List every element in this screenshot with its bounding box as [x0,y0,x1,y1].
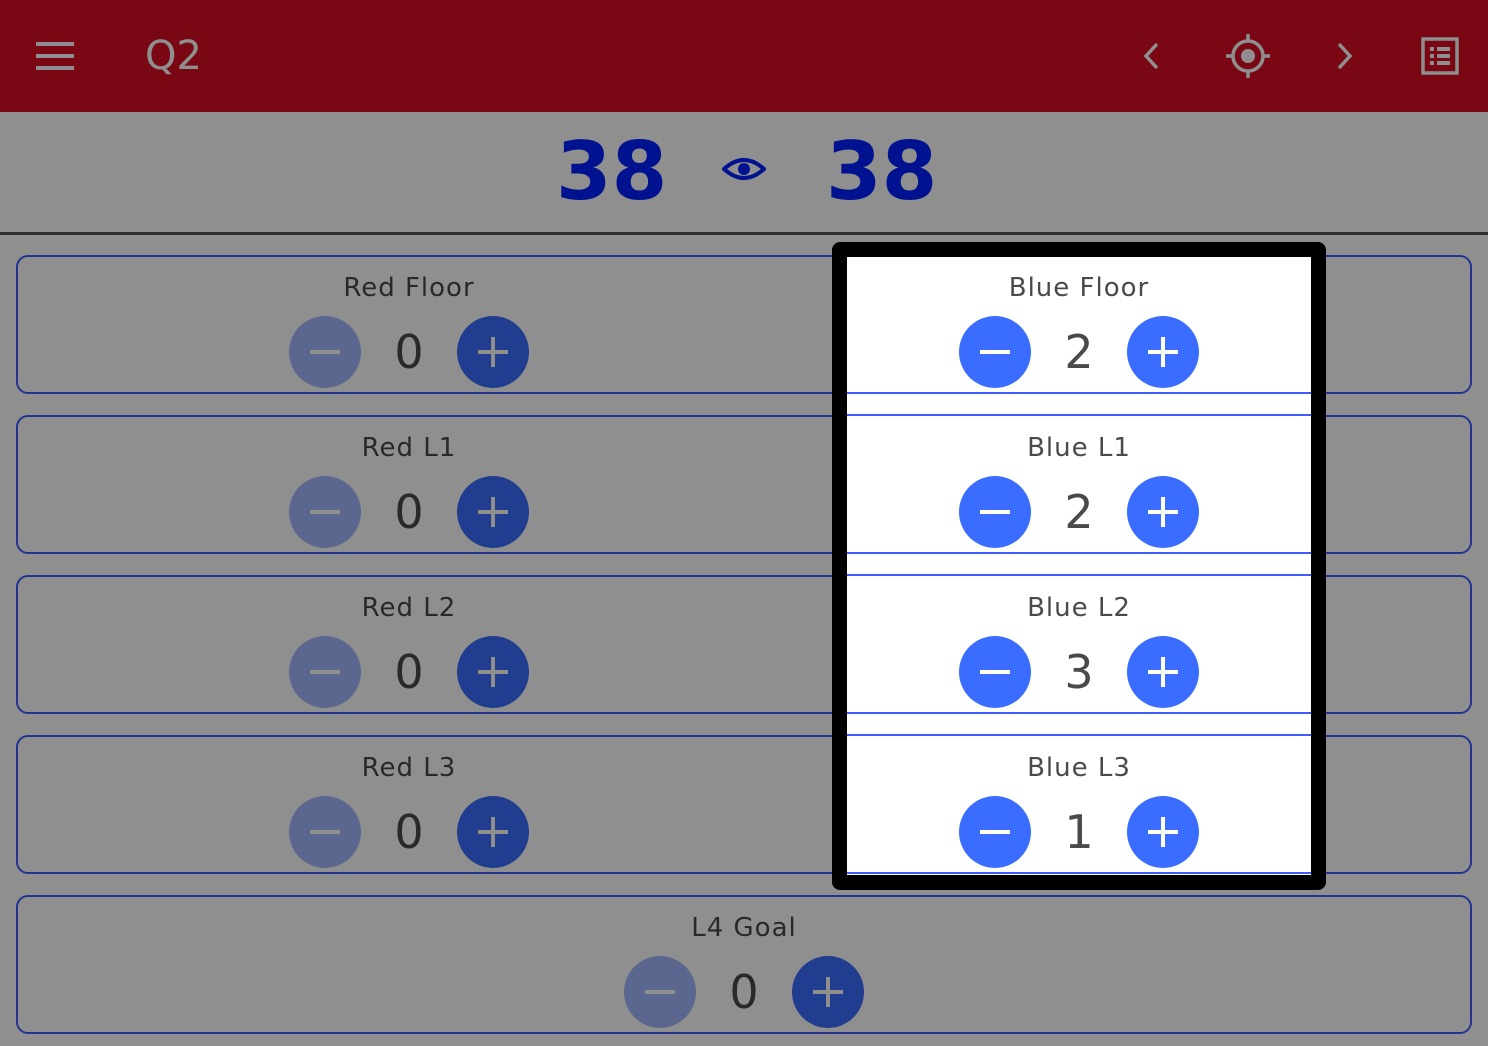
decrement-button[interactable] [959,316,1031,388]
plus-icon [1148,657,1178,687]
minus-icon [980,510,1010,514]
blue-l3-counter: Blue L3 1 [959,742,1199,874]
blue-floor-counter: Blue Floor 2 [959,262,1199,394]
highlight-frame: Blue Floor 2 Blue L1 2 Blue L2 3 Blue L3 [832,242,1326,890]
increment-button[interactable] [1127,636,1199,708]
increment-button[interactable] [1127,476,1199,548]
counter-value: 1 [1064,805,1094,859]
plus-icon [1148,337,1178,367]
counter-label: Blue L3 [1027,753,1131,783]
card-border [847,734,1311,736]
decrement-button[interactable] [959,636,1031,708]
increment-button[interactable] [1127,796,1199,868]
decrement-button[interactable] [959,796,1031,868]
counter-value: 2 [1064,485,1094,539]
counter-value: 3 [1064,645,1094,699]
counter-value: 2 [1064,325,1094,379]
blue-l2-counter: Blue L2 3 [959,582,1199,714]
counter-label: Blue L1 [1027,433,1131,463]
increment-button[interactable] [1127,316,1199,388]
plus-icon [1148,817,1178,847]
counter-label: Blue Floor [1008,273,1150,303]
card-border [847,414,1311,416]
counter-label: Blue L2 [1027,593,1131,623]
blue-l1-counter: Blue L1 2 [959,422,1199,554]
card-border [847,574,1311,576]
minus-icon [980,670,1010,674]
decrement-button[interactable] [959,476,1031,548]
minus-icon [980,830,1010,834]
plus-icon [1148,497,1178,527]
minus-icon [980,350,1010,354]
